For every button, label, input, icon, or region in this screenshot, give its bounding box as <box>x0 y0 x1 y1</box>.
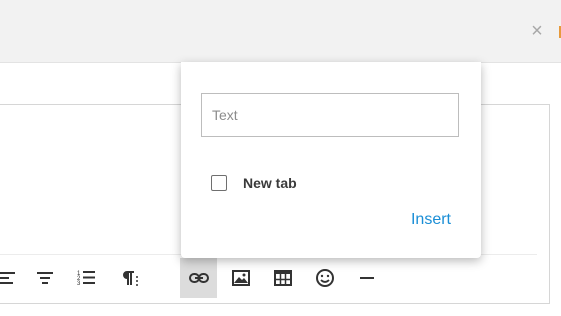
insert-emoji-icon <box>315 269 334 287</box>
new-tab-checkbox[interactable] <box>211 175 227 191</box>
insert-emoji-button[interactable] <box>306 258 343 298</box>
dialog-header: × <box>0 0 561 63</box>
new-tab-option[interactable]: New tab <box>211 175 297 191</box>
insert-table-icon <box>273 270 292 286</box>
horizontal-line-button[interactable] <box>348 258 385 298</box>
insert-link-icon <box>188 273 209 283</box>
ordered-list-button[interactable]: 1 2 3 <box>68 258 105 298</box>
link-popover: New tab Insert <box>181 62 481 258</box>
paragraph-format-icon <box>122 271 138 286</box>
insert-image-icon <box>231 270 250 286</box>
insert-table-button[interactable] <box>264 258 301 298</box>
align-center-button[interactable] <box>26 258 63 298</box>
insert-button[interactable]: Insert <box>411 211 451 229</box>
horizontal-line-icon <box>359 277 374 279</box>
insert-link-button[interactable] <box>180 258 217 298</box>
close-icon: × <box>531 20 543 42</box>
align-left-icon <box>0 272 15 284</box>
paragraph-format-button[interactable] <box>110 258 147 298</box>
svg-text:3: 3 <box>77 281 81 287</box>
new-tab-label: New tab <box>243 175 297 191</box>
link-text-input[interactable] <box>201 93 459 137</box>
align-left-button[interactable] <box>0 258 25 298</box>
insert-image-button[interactable] <box>222 258 259 298</box>
ordered-list-icon: 1 2 3 <box>77 271 95 287</box>
editor-toolbar: 1 2 3 <box>0 258 400 299</box>
align-center-icon <box>36 272 53 284</box>
close-button[interactable]: × <box>526 20 548 42</box>
